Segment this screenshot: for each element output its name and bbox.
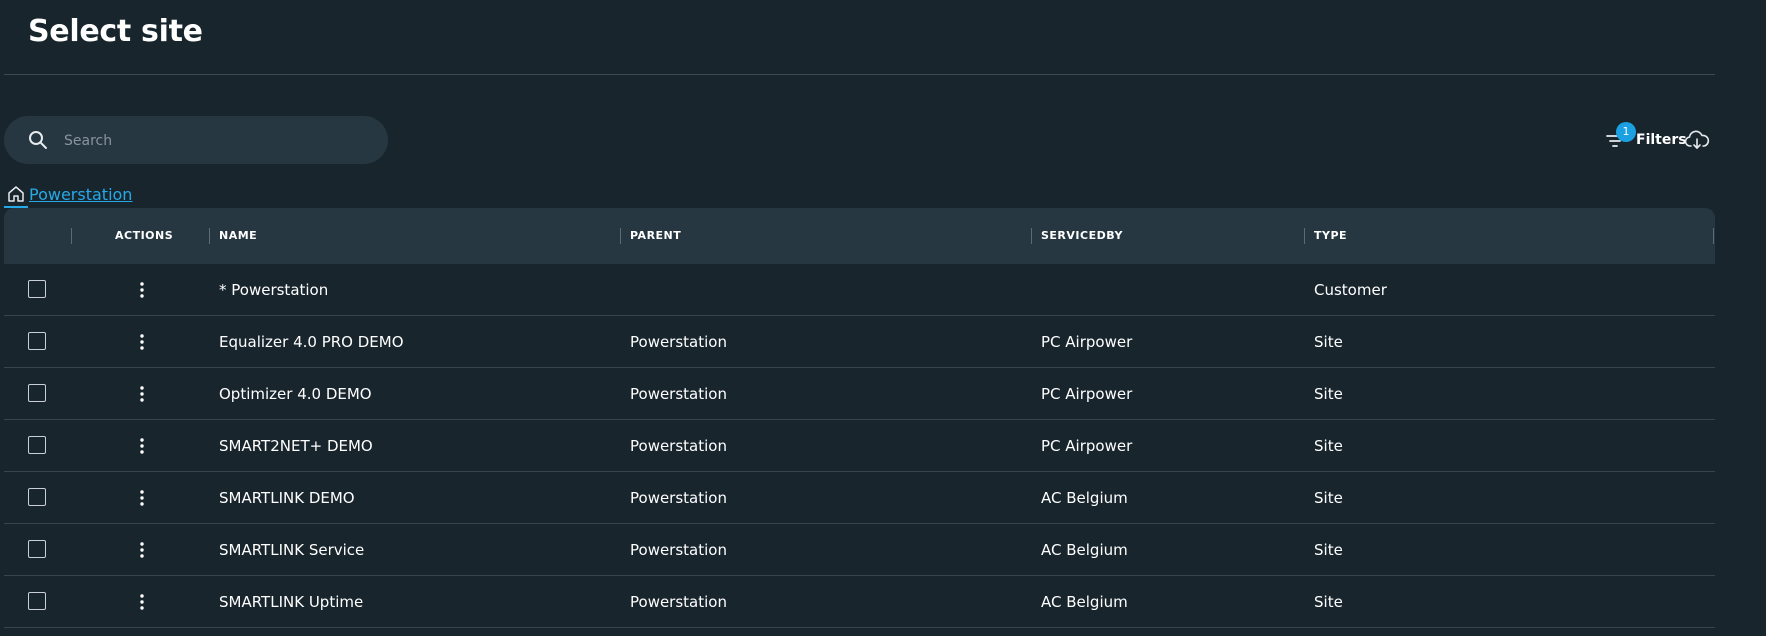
cell-parent: Powerstation	[630, 385, 727, 403]
sites-table: ACTIONS NAME PARENT SERVICEDBY TYPE * Po…	[4, 208, 1715, 628]
cell-servicedby: AC Belgium	[1041, 541, 1128, 559]
column-separator[interactable]	[71, 228, 72, 244]
column-header-servicedby[interactable]: SERVICEDBY	[1041, 208, 1123, 264]
table-row[interactable]: SMARTLINK Uptime Powerstation AC Belgium…	[4, 576, 1715, 628]
column-separator[interactable]	[1304, 228, 1305, 244]
cell-parent: Powerstation	[630, 489, 727, 507]
table-row[interactable]: SMARTLINK DEMO Powerstation AC Belgium S…	[4, 472, 1715, 524]
cell-name: SMARTLINK Uptime	[219, 593, 364, 611]
cell-type: Site	[1314, 593, 1343, 611]
cell-type: Site	[1314, 333, 1343, 351]
cell-type: Site	[1314, 489, 1343, 507]
column-header-type[interactable]: TYPE	[1314, 208, 1347, 264]
row-checkbox[interactable]	[28, 592, 46, 610]
search-input[interactable]	[62, 126, 366, 156]
more-actions-icon[interactable]	[132, 280, 152, 300]
filter-icon: 1	[1604, 122, 1636, 152]
home-icon[interactable]	[6, 184, 26, 204]
cell-name: * Powerstation	[219, 281, 329, 299]
cell-type: Site	[1314, 437, 1343, 455]
row-checkbox[interactable]	[28, 488, 46, 506]
search-icon	[29, 131, 47, 149]
column-separator[interactable]	[1031, 228, 1032, 244]
cloud-download-icon[interactable]	[1684, 128, 1710, 152]
column-separator[interactable]	[1713, 228, 1714, 244]
row-checkbox[interactable]	[28, 540, 46, 558]
cell-servicedby: PC Airpower	[1041, 385, 1133, 403]
cell-servicedby: AC Belgium	[1041, 593, 1128, 611]
more-actions-icon[interactable]	[132, 488, 152, 508]
more-actions-icon[interactable]	[132, 436, 152, 456]
cell-type: Site	[1314, 541, 1343, 559]
filters-label: Filters	[1636, 132, 1687, 148]
cell-name: SMARTLINK DEMO	[219, 489, 355, 507]
column-header-parent[interactable]: PARENT	[630, 208, 681, 264]
column-separator[interactable]	[620, 228, 621, 244]
table-row[interactable]: * Powerstation Customer	[4, 264, 1715, 316]
page-title: Select site	[28, 14, 203, 49]
cell-servicedby: AC Belgium	[1041, 489, 1128, 507]
cell-parent: Powerstation	[630, 437, 727, 455]
more-actions-icon[interactable]	[132, 592, 152, 612]
search-box[interactable]	[4, 116, 388, 164]
cell-name: SMART2NET+ DEMO	[219, 437, 373, 455]
table-row[interactable]: Optimizer 4.0 DEMO Powerstation PC Airpo…	[4, 368, 1715, 420]
table-body: * Powerstation Customer Equalizer 4.0 PR…	[4, 264, 1715, 628]
cell-servicedby: PC Airpower	[1041, 437, 1133, 455]
cell-name: SMARTLINK Service	[219, 541, 365, 559]
cell-parent: Powerstation	[630, 541, 727, 559]
cell-parent: Powerstation	[630, 333, 727, 351]
row-checkbox[interactable]	[28, 436, 46, 454]
filters-button[interactable]: 1 Filters	[1604, 122, 1687, 158]
column-separator[interactable]	[209, 228, 210, 244]
cell-servicedby: PC Airpower	[1041, 333, 1133, 351]
column-header-actions: ACTIONS	[115, 229, 174, 242]
breadcrumb-link-powerstation[interactable]: Powerstation	[29, 185, 132, 204]
filter-count-badge: 1	[1616, 122, 1636, 142]
more-actions-icon[interactable]	[132, 332, 152, 352]
title-divider	[4, 74, 1715, 75]
cell-name: Optimizer 4.0 DEMO	[219, 385, 372, 403]
table-row[interactable]: SMART2NET+ DEMO Powerstation PC Airpower…	[4, 420, 1715, 472]
column-header-name[interactable]: NAME	[219, 208, 257, 264]
row-checkbox[interactable]	[28, 280, 46, 298]
table-row[interactable]: SMARTLINK Service Powerstation AC Belgiu…	[4, 524, 1715, 576]
row-checkbox[interactable]	[28, 384, 46, 402]
cell-type: Customer	[1314, 281, 1387, 299]
cell-type: Site	[1314, 385, 1343, 403]
row-checkbox[interactable]	[28, 332, 46, 350]
breadcrumb: Powerstation	[6, 181, 132, 207]
more-actions-icon[interactable]	[132, 540, 152, 560]
table-header: ACTIONS NAME PARENT SERVICEDBY TYPE	[4, 208, 1715, 264]
cell-parent: Powerstation	[630, 593, 727, 611]
cell-name: Equalizer 4.0 PRO DEMO	[219, 333, 404, 351]
table-row[interactable]: Equalizer 4.0 PRO DEMO Powerstation PC A…	[4, 316, 1715, 368]
more-actions-icon[interactable]	[132, 384, 152, 404]
